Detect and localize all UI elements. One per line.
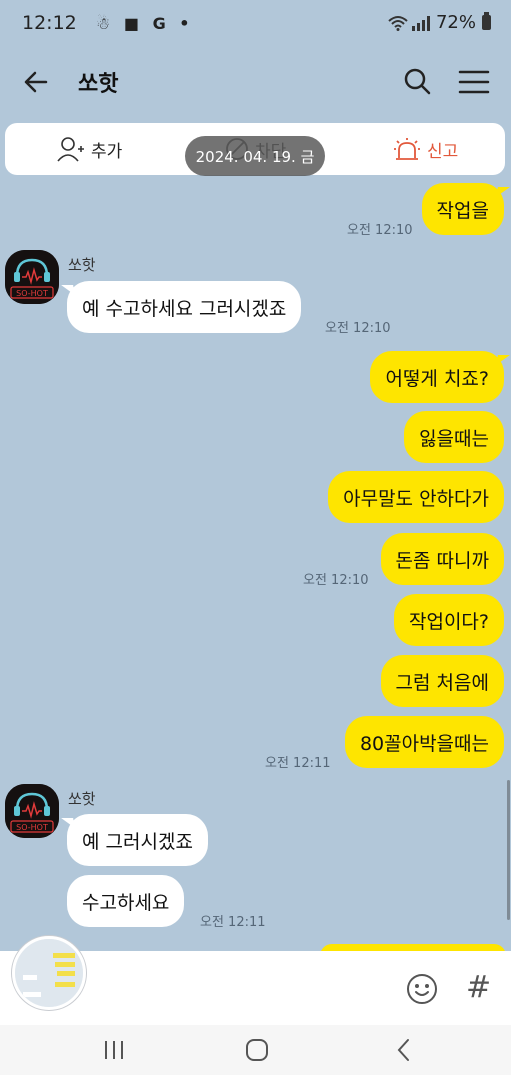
message-bubble-sent[interactable]: 80꼴아박을때는 bbox=[344, 716, 504, 768]
message-bubble-received[interactable]: 예 그러시겠죠 bbox=[67, 814, 208, 866]
message-bubble-sent[interactable]: 어떻게 치죠? bbox=[370, 351, 504, 403]
back-chevron-icon[interactable] bbox=[384, 1035, 424, 1065]
sender-name: 쏘핫 bbox=[68, 790, 96, 808]
status-time: 12:12 bbox=[22, 12, 77, 34]
home-icon[interactable] bbox=[237, 1035, 277, 1065]
message-bubble-sent[interactable]: 그럼 처음에 bbox=[380, 655, 504, 707]
recent-apps-icon[interactable] bbox=[94, 1035, 134, 1065]
chat-header: 쏘핫 bbox=[0, 48, 511, 118]
message-timestamp: 오전 12:11 bbox=[200, 915, 266, 930]
add-person-icon bbox=[57, 137, 84, 162]
add-friend-button[interactable]: 추가 bbox=[57, 123, 122, 175]
message-bubble-sent[interactable]: 잃을때는 bbox=[404, 411, 504, 463]
so-hot-logo-icon: SO-HOT bbox=[5, 250, 59, 304]
message-bubble-received[interactable]: 예 수고하세요 그러시겠죠 bbox=[67, 281, 302, 333]
svg-text:SO-HOT: SO-HOT bbox=[16, 823, 48, 832]
thumbnail-preview-icon bbox=[15, 939, 83, 1007]
date-overlay: 2024. 04. 19. 금 bbox=[185, 136, 325, 176]
sender-name: 쏘핫 bbox=[68, 256, 96, 274]
add-label: 추가 bbox=[91, 141, 123, 162]
smiley-icon[interactable] bbox=[406, 973, 438, 1005]
status-right: 72% bbox=[388, 12, 491, 33]
message-timestamp: 오전 12:10 bbox=[303, 573, 369, 588]
search-icon[interactable] bbox=[398, 62, 438, 102]
hamburger-menu-icon[interactable] bbox=[452, 62, 496, 102]
message-timestamp: 오전 12:10 bbox=[347, 223, 413, 238]
message-bubble-sent[interactable]: 아무말도 안하다가 bbox=[328, 471, 504, 523]
avatar[interactable]: SO-HOT bbox=[5, 250, 59, 304]
wifi-icon bbox=[388, 15, 408, 31]
battery-percent: 72% bbox=[435, 12, 476, 33]
so-hot-logo-icon: SO-HOT bbox=[5, 784, 59, 838]
screenshot-thumbnail[interactable] bbox=[12, 936, 86, 1010]
message-timestamp: 오전 12:10 bbox=[325, 321, 391, 336]
hashtag-button[interactable]: # bbox=[466, 970, 491, 1005]
status-bar: 12:12 ☃ ■ G • 72% bbox=[0, 0, 511, 48]
report-button[interactable]: 신고 bbox=[393, 123, 458, 175]
chat-title: 쏘핫 bbox=[78, 72, 119, 97]
message-bubble-received[interactable]: 수고하세요 bbox=[67, 875, 185, 927]
message-bubble-sent[interactable]: 작업이다? bbox=[393, 594, 504, 646]
scrollbar[interactable] bbox=[507, 780, 510, 920]
battery-icon bbox=[482, 12, 491, 30]
message-bubble-sent[interactable]: 작업을 bbox=[421, 183, 504, 235]
message-timestamp: 오전 12:11 bbox=[265, 756, 331, 771]
notification-icons: ☃ ■ G • bbox=[96, 14, 194, 33]
avatar[interactable]: SO-HOT bbox=[5, 784, 59, 838]
message-bubble-sent[interactable]: 돈좀 따니까 bbox=[380, 533, 504, 585]
siren-icon bbox=[394, 138, 420, 160]
arrow-left-icon[interactable] bbox=[16, 62, 56, 102]
svg-text:SO-HOT: SO-HOT bbox=[16, 289, 48, 298]
report-label: 신고 bbox=[427, 141, 459, 162]
system-nav-bar bbox=[0, 1025, 511, 1075]
signal-icon bbox=[411, 15, 430, 31]
